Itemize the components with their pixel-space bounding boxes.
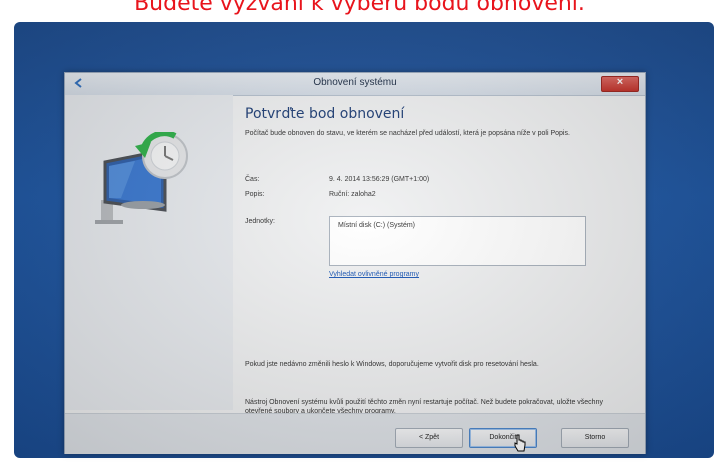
caption-text: Budete vyzváni k výběru bodu obnovení. — [134, 0, 585, 16]
button-bar: < Zpět Dokončit Storno — [65, 413, 645, 454]
drives-list[interactable]: Místní disk (C:) (Systém) — [329, 216, 586, 266]
description-value: Ruční: zaloha2 — [329, 191, 376, 198]
close-icon: × — [616, 76, 624, 88]
password-note: Pokud jste nedávno změnili heslo k Windo… — [245, 361, 539, 368]
drive-item[interactable]: Místní disk (C:) (Systém) — [338, 222, 415, 229]
title-bar: Obnovení systému × — [65, 73, 645, 96]
time-label: Čas: — [245, 176, 260, 183]
system-restore-icon — [95, 132, 188, 224]
cancel-button[interactable]: Storno — [561, 428, 629, 448]
close-button[interactable]: × — [601, 76, 639, 92]
description-label: Popis: — [245, 191, 265, 198]
left-pane — [65, 95, 233, 410]
system-restore-dialog: Obnovení systému × Potvrďte bod obnovení… — [64, 72, 646, 454]
page-heading: Potvrďte bod obnovení — [245, 106, 405, 122]
back-button[interactable]: < Zpět — [395, 428, 463, 448]
affected-programs-link[interactable]: Vyhledat ovlivněné programy — [329, 271, 419, 278]
intro-text: Počítač bude obnoven do stavu, ve kterém… — [245, 130, 570, 137]
window-title: Obnovení systému — [313, 77, 397, 88]
drives-label: Jednotky: — [245, 218, 275, 225]
time-value: 9. 4. 2014 13:56:29 (GMT+1:00) — [329, 176, 430, 183]
desktop-background: Obnovení systému × Potvrďte bod obnovení… — [14, 22, 714, 458]
mouse-cursor-icon — [514, 434, 526, 452]
content-area: Potvrďte bod obnovení Počítač bude obnov… — [245, 95, 635, 415]
